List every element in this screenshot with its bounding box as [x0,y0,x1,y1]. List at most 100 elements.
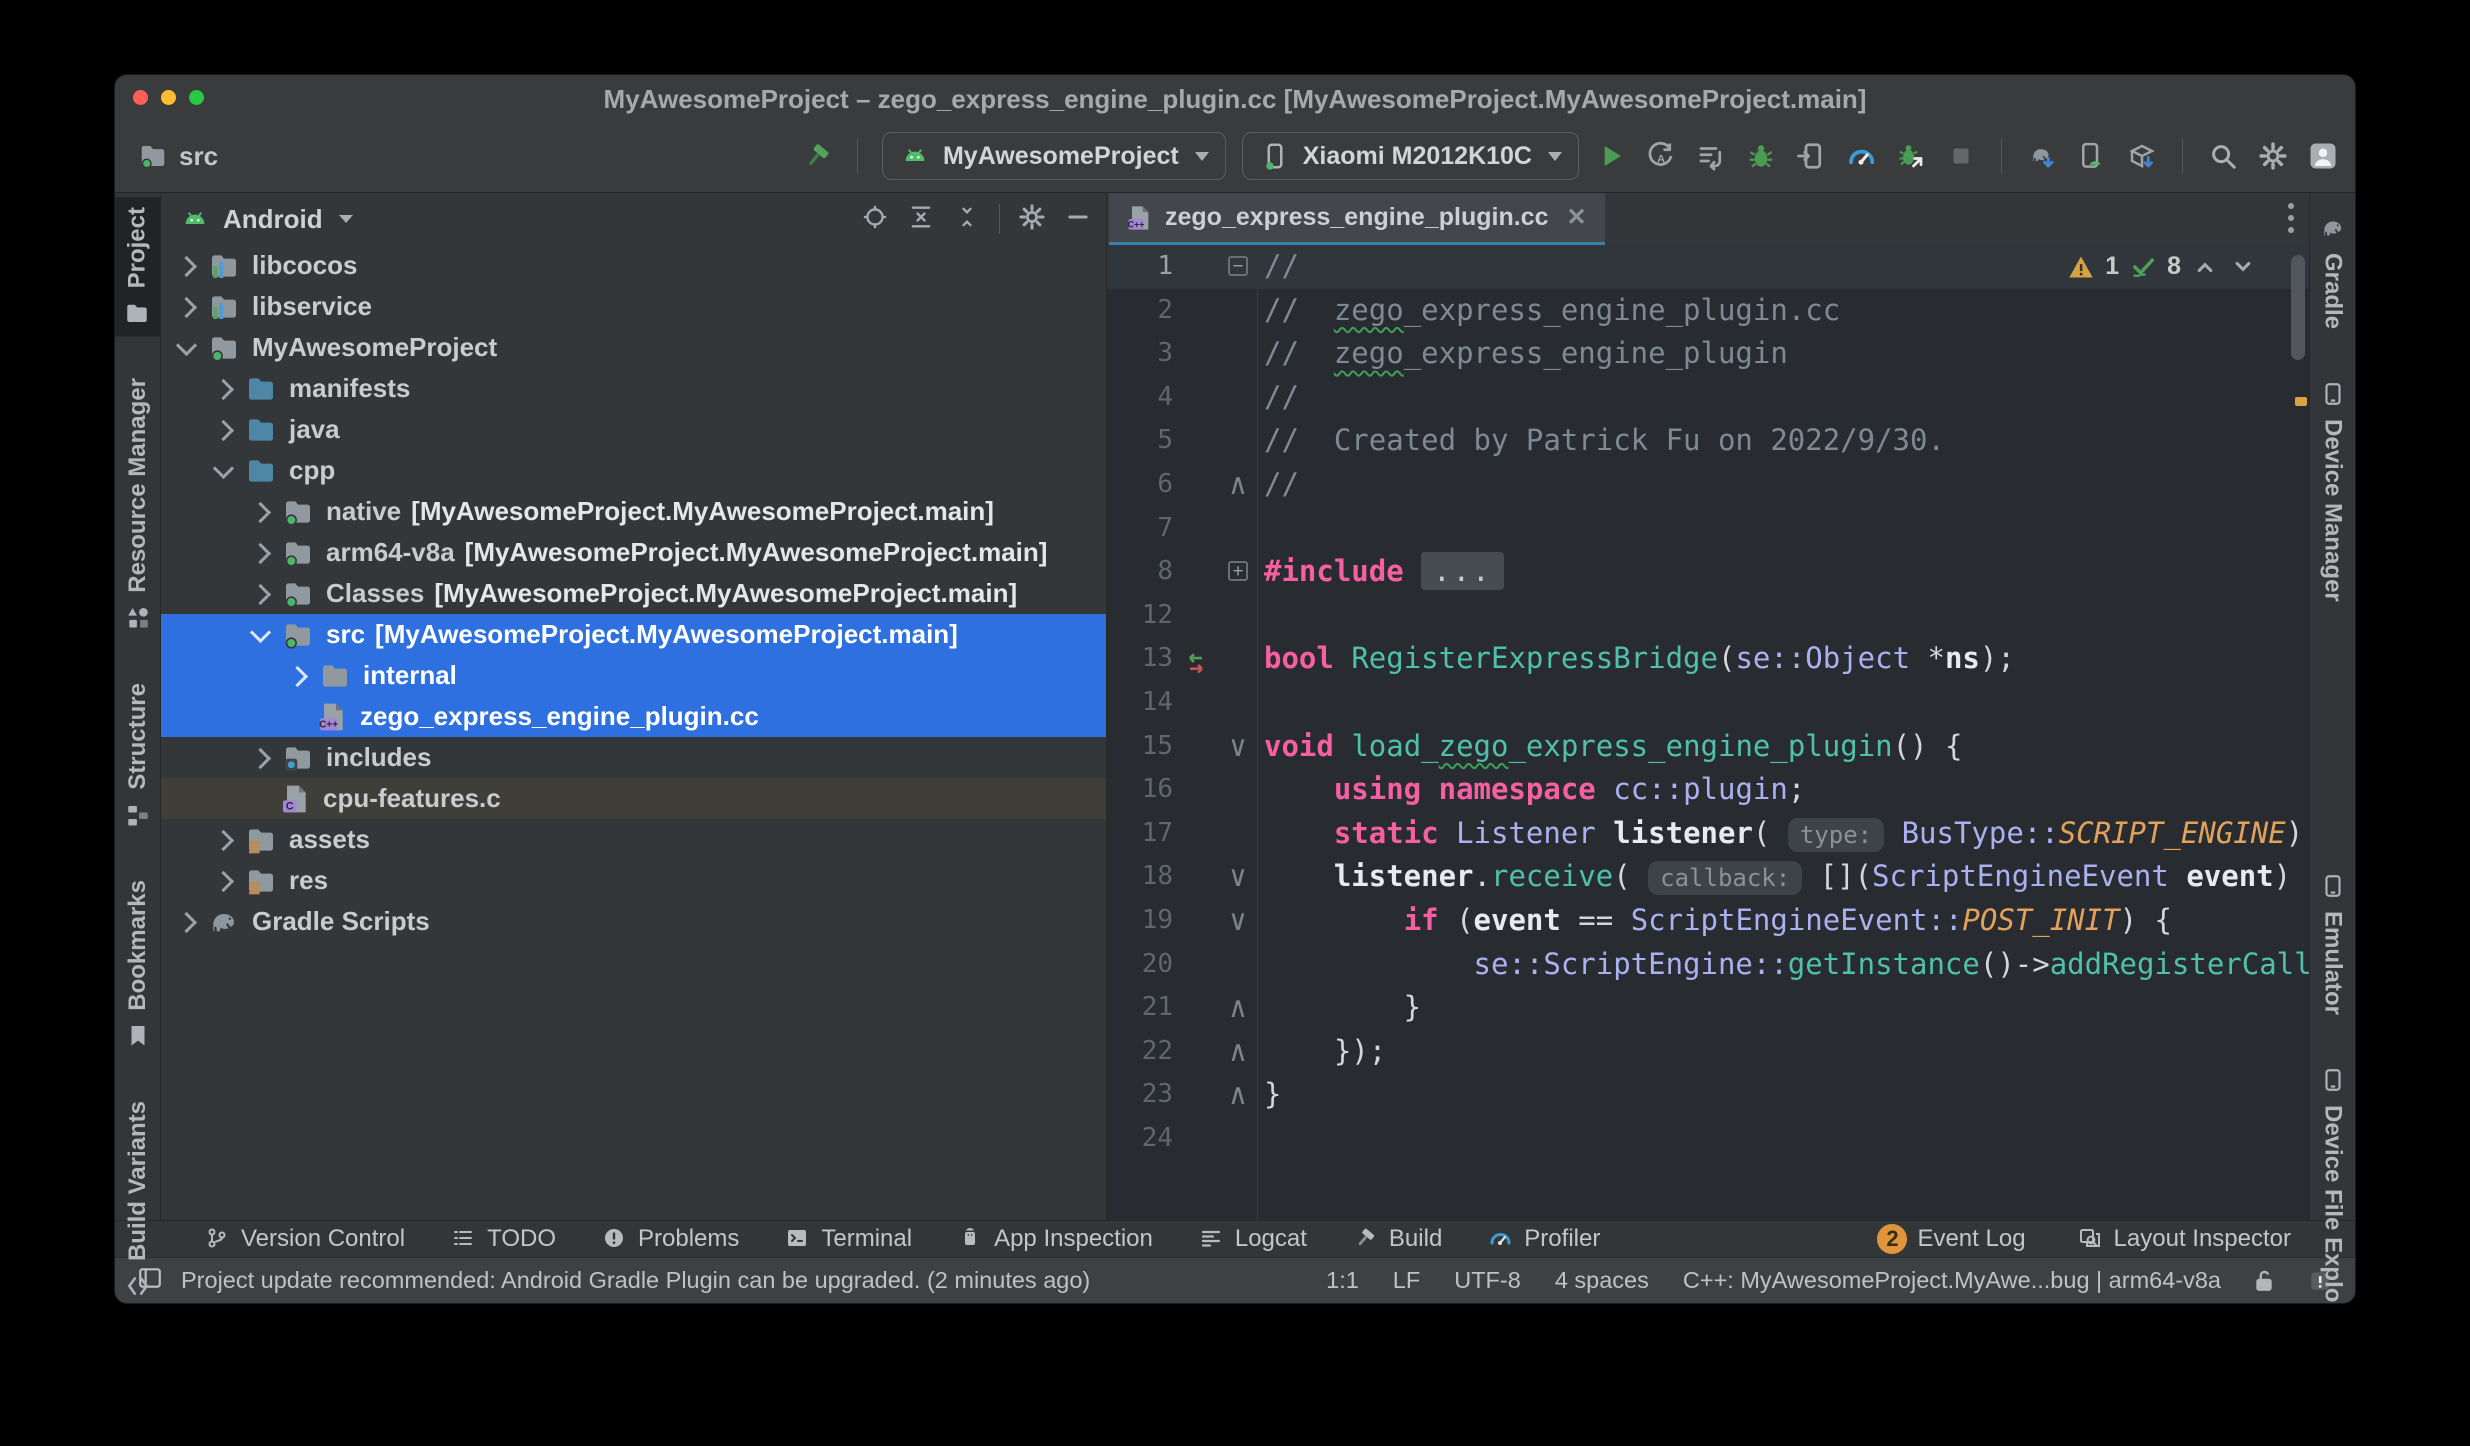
device-manager-icon[interactable] [2076,140,2108,172]
chevron-collapsed-icon[interactable] [176,297,197,318]
run-configuration-selector[interactable]: MyAwesomeProject [882,132,1226,180]
chevron-collapsed-icon[interactable] [176,912,197,933]
build-hammer-icon[interactable] [801,140,833,172]
chevron-expanded-icon[interactable] [250,622,271,643]
tree-row-libservice[interactable]: libservice [161,286,1106,327]
tool-button-event-log[interactable]: 2Event Log [1877,1224,2025,1254]
sdk-manager-icon[interactable] [2126,140,2158,172]
sync-gradle-icon[interactable] [2026,140,2058,172]
tool-button-layout-inspector[interactable]: Layout Inspector [2078,1225,2291,1253]
chevron-collapsed-icon[interactable] [213,379,234,400]
inspections-widget[interactable]: 1 8 [2067,245,2257,289]
editor-scrollbar[interactable] [2291,255,2305,360]
indent-setting[interactable]: 4 spaces [1555,1267,1649,1294]
fold-end-icon[interactable]: ∧ [1225,1073,1251,1117]
code-line-21[interactable]: 21∧ } [1107,986,2309,1030]
tree-row-java[interactable]: java [161,409,1106,450]
settings-icon[interactable] [2257,140,2289,172]
tool-stripe-device-manager[interactable]: Device Manager [2319,371,2347,612]
code-line-19[interactable]: 19∨ if (event == ScriptEngineEvent::POST… [1107,899,2309,943]
cpp-configuration[interactable]: C++: MyAwesomeProject.MyAwe...bug | arm6… [1683,1267,2221,1294]
code-line-12[interactable]: 12 [1107,594,2309,638]
tree-row-arm64-v8a[interactable]: arm64-v8a[MyAwesomeProject.MyAwesomeProj… [161,532,1106,573]
chevron-collapsed-icon[interactable] [213,420,234,441]
chevron-collapsed-icon[interactable] [250,584,271,605]
tree-row-cpu-features-c[interactable]: Ccpu-features.c [161,778,1106,819]
code-line-13[interactable]: 13bool RegisterExpressBridge(se::Object … [1107,637,2309,681]
profiler-icon[interactable] [1845,140,1877,172]
tool-button-todo[interactable]: TODO [451,1225,556,1253]
code-line-24[interactable]: 24 [1107,1117,2309,1161]
tree-row-manifests[interactable]: manifests [161,368,1106,409]
tree-row-libcocos[interactable]: libcocos [161,245,1106,286]
chevron-collapsed-icon[interactable] [213,830,234,851]
tree-row-assets[interactable]: assets [161,819,1106,860]
tool-stripe-resource-manager[interactable]: Resource Manager [124,368,152,641]
error-stripe-mark[interactable] [2295,397,2307,406]
code-line-7[interactable]: 7 [1107,507,2309,551]
code-line-3[interactable]: 3// zego_express_engine_plugin [1107,332,2309,376]
tree-row-src[interactable]: src[MyAwesomeProject.MyAwesomeProject.ma… [161,614,1106,655]
hide-panel-icon[interactable] [1064,203,1092,236]
breadcrumb[interactable]: src [137,140,218,172]
fold-end-icon[interactable]: ∧ [1225,463,1251,507]
code-line-16[interactable]: 16 using namespace cc::plugin; [1107,768,2309,812]
fold-minus-icon[interactable]: − [1228,256,1248,276]
tool-stripe-project[interactable]: Project [115,197,160,336]
fold-start-icon[interactable]: ∨ [1225,725,1251,769]
tool-button-app-inspection[interactable]: App Inspection [958,1225,1153,1253]
code-line-2[interactable]: 2// zego_express_engine_plugin.cc [1107,289,2309,333]
target-device-selector[interactable]: Xiaomi M2012K10C [1242,132,1579,180]
fold-end-icon[interactable]: ∧ [1225,986,1251,1030]
settings-gear-icon[interactable] [1018,203,1046,236]
tool-stripe-emulator[interactable]: Emulator [2319,863,2347,1025]
chevron-expanded-icon[interactable] [176,335,197,356]
tool-button-version-control[interactable]: Version Control [205,1225,405,1253]
code-line-4[interactable]: 4// [1107,376,2309,420]
tool-stripe-build-variants[interactable]: Build Variants [124,1091,152,1303]
tree-row-classes[interactable]: Classes[MyAwesomeProject.MyAwesomeProjec… [161,573,1106,614]
avatar-icon[interactable] [2307,140,2339,172]
chevron-collapsed-icon[interactable] [250,502,271,523]
navigate-swap-icon[interactable] [1183,646,1209,672]
tool-stripe-gradle[interactable]: Gradle [2319,205,2347,339]
tab-zego-express-engine-plugin[interactable]: C++ zego_express_engine_plugin.cc ✕ [1109,193,1605,245]
title-bar[interactable]: MyAwesomeProject – zego_express_engine_p… [115,75,2355,120]
fold-plus-icon[interactable]: + [1228,561,1248,581]
debug-icon[interactable] [1745,140,1777,172]
fold-start-icon[interactable]: ∨ [1225,855,1251,899]
tree-row-includes[interactable]: includes [161,737,1106,778]
apply-code-changes-icon[interactable] [1695,140,1727,172]
chevron-expanded-icon[interactable] [213,458,234,479]
code-line-17[interactable]: 17 static Listener listener( type: BusTy… [1107,812,2309,856]
stop-icon[interactable] [1945,140,1977,172]
apply-changes-icon[interactable]: A [1645,140,1677,172]
close-tab-icon[interactable]: ✕ [1566,203,1586,232]
readonly-lock-icon[interactable] [2251,1268,2277,1294]
tree-row-res[interactable]: res [161,860,1106,901]
fold-end-icon[interactable]: ∧ [1225,1030,1251,1074]
tree-row-myawesomeproject[interactable]: MyAwesomeProject [161,327,1106,368]
chevron-collapsed-icon[interactable] [213,871,234,892]
tool-stripe-device-file-explorer[interactable]: Device File Explorer [2319,1057,2347,1303]
chevron-collapsed-icon[interactable] [250,748,271,769]
profile-low-overhead-icon[interactable] [1895,140,1927,172]
tab-options-kebab-icon[interactable] [2287,203,2295,233]
code-line-23[interactable]: 23∧} [1107,1073,2309,1117]
fold-start-icon[interactable]: ∨ [1225,899,1251,943]
code-line-5[interactable]: 5// Created by Patrick Fu on 2022/9/30. [1107,419,2309,463]
collapse-all-icon[interactable] [953,203,981,236]
file-encoding[interactable]: UTF-8 [1454,1267,1521,1294]
tool-stripe-bookmarks[interactable]: Bookmarks [124,870,152,1059]
code-line-6[interactable]: 6∧// [1107,463,2309,507]
run-icon[interactable] [1595,140,1627,172]
tool-button-problems[interactable]: Problems [602,1225,739,1253]
code-line-20[interactable]: 20 se::ScriptEngine::getInstance()->addR… [1107,943,2309,987]
line-ending[interactable]: LF [1393,1267,1420,1294]
tree-row-gradle-scripts[interactable]: Gradle Scripts [161,901,1106,942]
code-line-18[interactable]: 18∨ listener.receive( callback: [](Scrip… [1107,855,2309,899]
tool-button-build[interactable]: Build [1353,1225,1442,1253]
chevron-collapsed-icon[interactable] [176,256,197,277]
code-line-14[interactable]: 14 [1107,681,2309,725]
attach-debugger-icon[interactable] [1795,140,1827,172]
